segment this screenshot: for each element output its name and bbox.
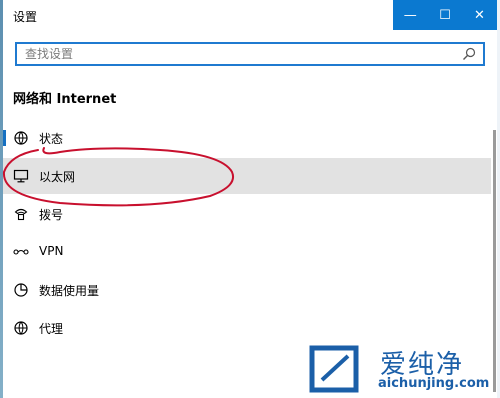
title-bar: 设置 — ☐ ✕: [3, 0, 497, 30]
maximize-button[interactable]: ☐: [428, 0, 463, 30]
status-globe-icon: [14, 131, 28, 145]
nav-item-vpn[interactable]: VPN: [3, 234, 491, 270]
maximize-icon: ☐: [439, 7, 451, 23]
ethernet-monitor-icon: [13, 169, 29, 183]
nav-item-status[interactable]: 状态: [3, 120, 491, 156]
minimize-icon: —: [403, 7, 417, 23]
watermark-logo-icon: [309, 345, 359, 393]
search-icon[interactable]: [461, 46, 477, 62]
nav-item-label: 数据使用量: [39, 284, 100, 298]
search-box[interactable]: [15, 42, 485, 66]
nav-item-label: 代理: [39, 322, 64, 336]
section-title: 网络和 Internet: [13, 92, 117, 107]
vpn-icon: [13, 249, 29, 255]
close-icon: ✕: [474, 7, 485, 23]
watermark-url: aichunjing.com: [378, 376, 490, 391]
nav-item-proxy[interactable]: 代理: [3, 310, 491, 346]
window-title: 设置: [13, 10, 38, 24]
active-indicator: [3, 130, 6, 146]
dialup-phone-icon: [14, 208, 28, 221]
minimize-button[interactable]: —: [393, 0, 428, 30]
nav-item-dialup[interactable]: 拨号: [3, 196, 491, 232]
nav-item-label: VPN: [39, 244, 64, 258]
close-button[interactable]: ✕: [462, 0, 497, 30]
window-controls: — ☐ ✕: [393, 0, 497, 30]
nav-item-label: 状态: [39, 132, 64, 146]
nav-item-label: 以太网: [39, 170, 76, 184]
proxy-globe-icon: [14, 321, 28, 335]
settings-window: 设置 — ☐ ✕ 网络和 Internet 状态: [3, 0, 497, 398]
watermark: 爱纯净 aichunjing.com: [306, 344, 496, 396]
search-input[interactable]: [17, 44, 465, 64]
nav-item-ethernet[interactable]: 以太网: [3, 158, 491, 194]
data-usage-icon: [14, 283, 28, 297]
nav-item-data-usage[interactable]: 数据使用量: [3, 272, 491, 308]
nav-item-label: 拨号: [39, 208, 64, 222]
